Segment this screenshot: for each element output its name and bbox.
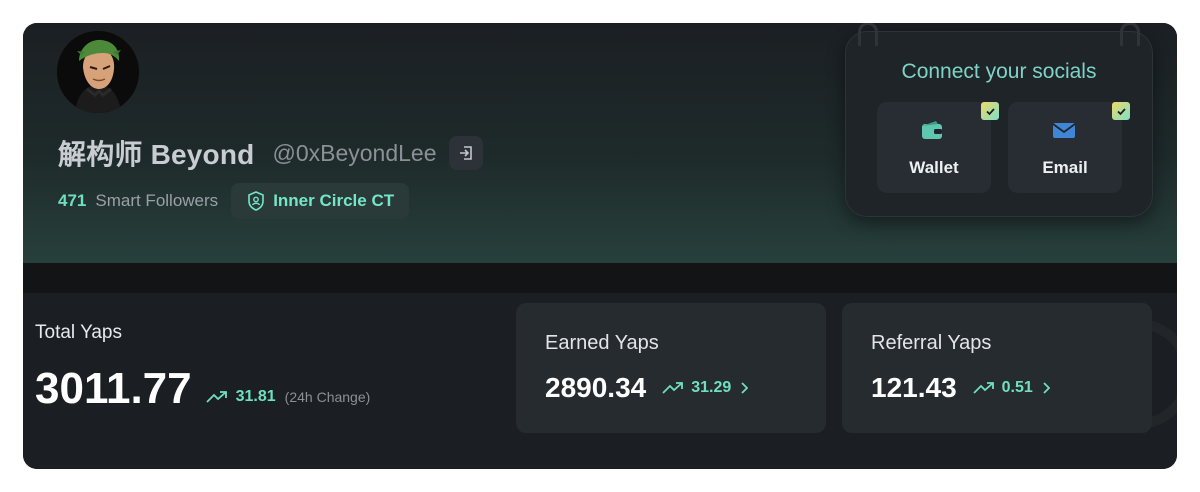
inner-circle-badge[interactable]: Inner Circle CT [231, 183, 410, 219]
earned-yaps-value: 2890.34 [545, 372, 647, 403]
referral-yaps-card[interactable]: Referral Yaps 121.43 0.51 [842, 303, 1152, 433]
email-icon [1052, 123, 1076, 138]
wallet-tile[interactable]: Wallet [877, 102, 999, 193]
total-yaps-change: 31.81 [235, 388, 276, 405]
avatar[interactable] [57, 31, 139, 113]
email-tile[interactable]: Email [1008, 102, 1130, 193]
connected-check-icon [1112, 102, 1130, 120]
shield-icon [248, 191, 264, 211]
total-yaps-row: 3011.77 31.81 (24h Change) [35, 364, 370, 414]
connect-socials-panel: Connect your socials Wallet Email [845, 23, 1153, 217]
earned-yaps-card[interactable]: Earned Yaps 2890.34 31.29 [516, 303, 826, 433]
wallet-label: Wallet [909, 158, 959, 177]
chevron-right-icon[interactable] [1042, 382, 1050, 394]
smart-followers-count: 471 [58, 191, 87, 210]
change-period-note: (24h Change) [284, 389, 371, 405]
earned-yaps-label: Earned Yaps [545, 332, 659, 354]
badge-label: Inner Circle CT [273, 191, 395, 210]
trending-up-icon [205, 391, 227, 403]
user-handle[interactable]: @0xBeyondLee [272, 140, 436, 167]
total-yaps-value: 3011.77 [35, 364, 192, 413]
connect-socials-title: Connect your socials [901, 60, 1097, 83]
referral-yaps-change: 0.51 [1001, 379, 1033, 396]
earned-yaps-change: 31.29 [691, 379, 732, 396]
connected-check-icon [981, 102, 999, 120]
section-divider [23, 263, 1177, 293]
earned-yaps-trend: 31.29 [662, 379, 749, 397]
referral-yaps-trend: 0.51 [973, 379, 1050, 397]
avatar-image [57, 31, 139, 113]
trending-up-icon [662, 382, 684, 394]
email-label: Email [1042, 158, 1088, 177]
total-yaps-label: Total Yaps [35, 322, 122, 343]
referral-yaps-value: 121.43 [871, 372, 957, 403]
profile-header: 解构师 Beyond @0xBeyondLee 471 Smart Follow… [23, 23, 1177, 263]
display-name: 解构师 Beyond [58, 139, 255, 170]
sign-in-icon [459, 146, 472, 160]
chevron-right-icon[interactable] [740, 382, 749, 394]
panel-hook-left [858, 23, 878, 46]
panel-hook-right [1120, 23, 1140, 46]
total-yaps-trend: 31.81 (24h Change) [205, 388, 371, 406]
smart-followers-label: Smart Followers [95, 191, 219, 210]
wallet-icon [922, 121, 942, 139]
sign-in-button[interactable] [448, 136, 483, 170]
referral-yaps-label: Referral Yaps [871, 332, 992, 354]
trending-up-icon [973, 382, 994, 394]
